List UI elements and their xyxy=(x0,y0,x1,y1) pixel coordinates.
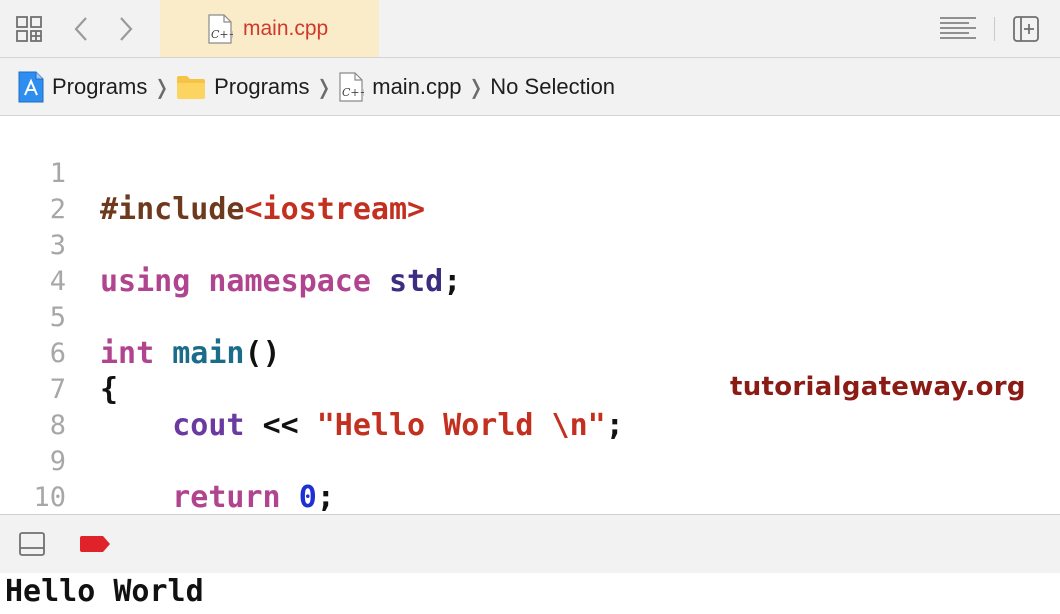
folder-icon xyxy=(176,74,206,100)
watermark: tutorialgateway.org xyxy=(730,372,1026,402)
cpp-file-icon: C++ xyxy=(207,13,233,44)
keyword-using: using xyxy=(100,264,191,299)
code-line: 8 xyxy=(0,372,72,441)
preprocessor-directive: #include xyxy=(100,192,245,227)
code-line: 9 return 0; xyxy=(0,408,335,514)
breadcrumb-label: No Selection xyxy=(490,73,616,99)
back-arrow-icon[interactable] xyxy=(68,0,94,57)
svg-text:C++: C++ xyxy=(342,86,364,99)
chevron-right-icon: ❭ xyxy=(467,74,485,99)
code-line: 2 xyxy=(0,156,72,225)
code-line: 7 cout << "Hello World \n"; xyxy=(0,336,624,443)
breadcrumb-label: Programs xyxy=(52,73,148,99)
breadcrumb: Programs ❭ Programs ❭ C++ main.cpp ❭ No … xyxy=(0,58,1060,116)
parentheses: () xyxy=(244,336,281,371)
namespace-std: std xyxy=(389,264,444,299)
breadcrumb-label: Programs xyxy=(214,73,310,99)
string-literal: "Hello World \n" xyxy=(316,408,606,443)
breadcrumb-item-selection[interactable]: No Selection xyxy=(490,74,615,100)
code-line: 10 } xyxy=(0,444,72,513)
xcode-project-icon xyxy=(18,71,44,103)
code-line: 5 int main() xyxy=(0,264,281,371)
add-editor-icon[interactable] xyxy=(1010,0,1042,57)
keyword-int: int xyxy=(100,336,155,371)
code-line: 1 #include<iostream> xyxy=(0,120,425,227)
open-brace: { xyxy=(100,372,119,407)
chevron-right-icon: ❭ xyxy=(153,74,171,99)
cpp-file-icon: C++ xyxy=(338,71,364,102)
breakpoint-icon[interactable] xyxy=(78,515,112,573)
semicolon: ; xyxy=(605,408,624,443)
chevron-right-icon: ❭ xyxy=(315,74,333,99)
code-line: 6 { xyxy=(0,300,118,407)
keyword-return: return xyxy=(172,480,281,514)
code-line: 3 using namespace std; xyxy=(0,192,462,299)
identifier-cout: cout xyxy=(172,408,245,443)
editor-toolbar: C++ main.cpp xyxy=(0,0,1060,58)
tab-main-cpp[interactable]: C++ main.cpp xyxy=(160,0,379,57)
hide-debug-area-icon[interactable] xyxy=(16,515,48,573)
related-items-grid-icon[interactable] xyxy=(12,0,46,57)
toolbar-divider xyxy=(994,17,995,41)
console-text: Hello World xyxy=(5,574,204,609)
tab-label: main.cpp xyxy=(243,16,329,40)
keyword-namespace: namespace xyxy=(208,264,371,299)
svg-text:C++: C++ xyxy=(211,28,233,41)
breadcrumb-label: main.cpp xyxy=(372,73,462,99)
forward-arrow-icon[interactable] xyxy=(113,0,139,57)
breadcrumb-item-folder[interactable]: Programs xyxy=(176,74,309,100)
breadcrumb-item-file[interactable]: C++ main.cpp xyxy=(338,71,462,102)
number-literal: 0 xyxy=(298,480,317,514)
include-header: <iostream> xyxy=(244,192,426,227)
breadcrumb-item-project[interactable]: Programs xyxy=(18,71,147,103)
semicolon: ; xyxy=(316,480,335,514)
semicolon: ; xyxy=(443,264,462,299)
editor-options-lines-icon[interactable] xyxy=(938,0,978,57)
code-editor[interactable]: 1 #include<iostream> 2 3 using namespace… xyxy=(0,116,1060,514)
stream-operator: << xyxy=(262,408,299,443)
debug-bar xyxy=(0,514,1060,574)
function-main: main xyxy=(172,336,245,371)
code-line: 4 xyxy=(0,228,72,297)
console-output[interactable]: Hello World xyxy=(0,573,1060,614)
code-line: 11 xyxy=(0,480,72,514)
